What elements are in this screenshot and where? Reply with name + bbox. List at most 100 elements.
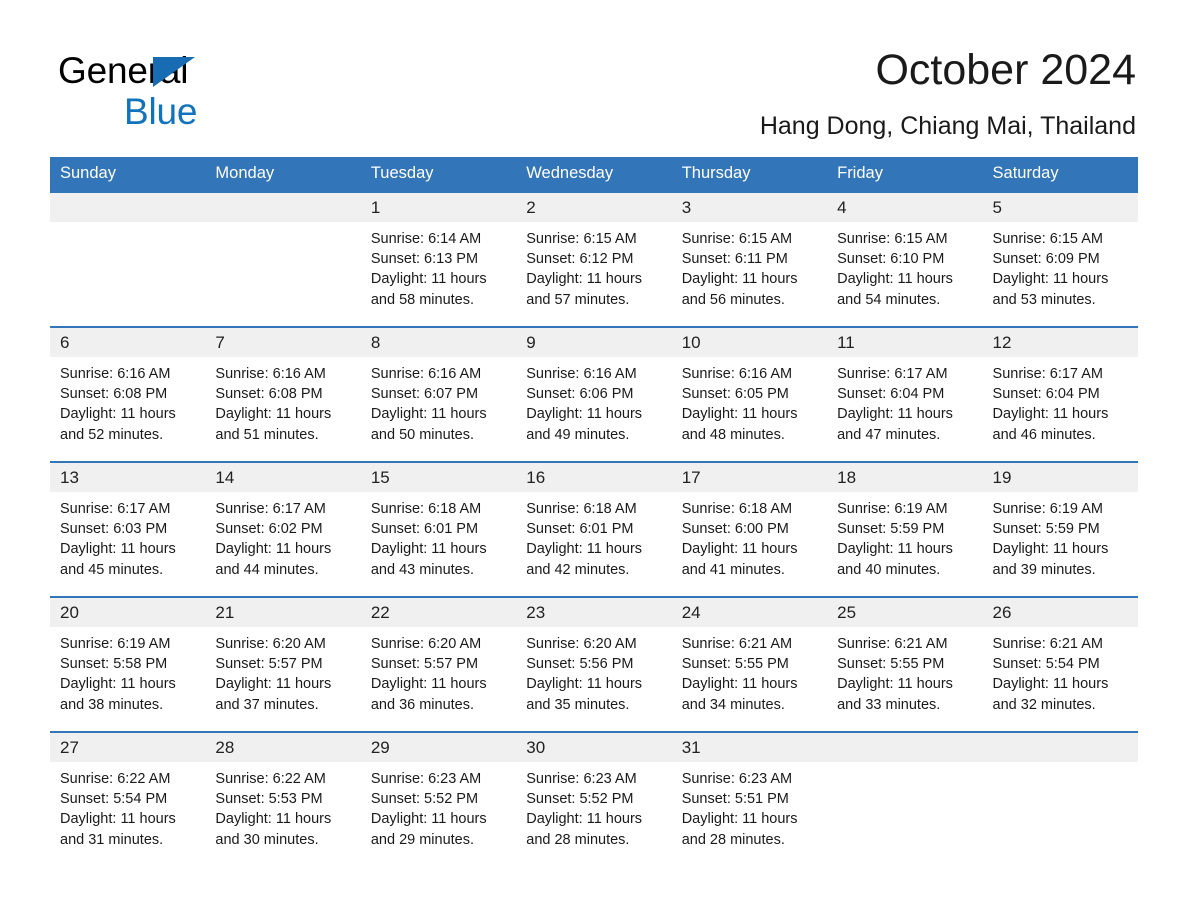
sunrise-text: Sunrise: 6:16 AM	[526, 366, 637, 382]
calendar-day-cell-empty	[205, 191, 361, 327]
calendar-day-cell[interactable]: 16 Sunrise: 6:18 AM Sunset: 6:01 PM Dayligh…	[516, 461, 672, 597]
sunset-text: Sunset: 5:52 PM	[526, 791, 634, 808]
sunrise-text: Sunrise: 6:22 AM	[215, 771, 326, 787]
sunrise-text: Sunrise: 6:16 AM	[370, 366, 482, 382]
calendar-day-cell[interactable]: 29 Sunrise: 6:23 AM Sunset: 5:52 PM Dayligh…	[360, 731, 517, 866]
daylight-text-line2: and 57 minutes.	[526, 291, 630, 308]
calendar-day-cell-empty	[982, 731, 1138, 866]
day-details: Sunrise: 6:16 AM Sunset: 6:08 PM Daylight:…	[50, 357, 205, 461]
day-details: Sunrise: 6:16 AM Sunset: 6:05 PM Daylight:…	[672, 357, 827, 461]
calendar-day-cell[interactable]: 11 Sunrise: 6:17 AM Sunset: 6:04 PM Dayligh…	[827, 326, 983, 462]
sunset-text: Sunset: 5:54 PM	[60, 791, 168, 808]
calendar-day-cell[interactable]: 10 Sunrise: 6:16 AM Sunset: 6:05 PM Dayligh…	[671, 326, 828, 462]
day-details: Sunrise: 6:18 AM Sunset: 6:01 PM Daylight:…	[361, 492, 516, 596]
calendar-day-cell[interactable]: 5 Sunrise: 6:15 AM Sunset: 6:09 PM Daylight…	[982, 191, 1138, 327]
calendar-day-cell[interactable]: 31 Sunrise: 6:23 AM Sunset: 5:51 PM Dayligh…	[671, 731, 828, 866]
daylight-text-line1: Daylight: 11 hours	[215, 811, 332, 828]
calendar-day-cell[interactable]: 14 Sunrise: 6:17 AM Sunset: 6:02 PM Dayligh…	[205, 461, 361, 597]
calendar-day-cell[interactable]: 27 Sunrise: 6:22 AM Sunset: 5:54 PM Dayligh…	[50, 731, 206, 866]
day-details: Sunrise: 6:16 AM Sunset: 6:07 PM Daylight:…	[361, 357, 516, 461]
daylight-text-line1: Daylight: 11 hours	[681, 271, 798, 288]
sunset-text: Sunset: 6:09 PM	[992, 251, 1100, 268]
page-header: General Blue October 2024 Hang Dong, Chi…	[0, 0, 1188, 156]
daylight-text-line2: and 28 minutes.	[681, 831, 785, 848]
daylight-text-line1: Daylight: 11 hours	[60, 811, 176, 828]
calendar-week-row: 13 Sunrise: 6:17 AM Sunset: 6:03 PM Dayligh…	[50, 461, 1138, 597]
sunrise-text: Sunrise: 6:21 AM	[681, 636, 793, 652]
sunset-text: Sunset: 6:08 PM	[215, 386, 323, 403]
sunset-text: Sunset: 6:01 PM	[526, 521, 634, 538]
sunrise-text: Sunrise: 6:18 AM	[681, 501, 793, 517]
day-number: 9	[516, 328, 672, 357]
sunset-text: Sunset: 6:03 PM	[60, 521, 168, 538]
calendar-day-cell[interactable]: 2 Sunrise: 6:15 AM Sunset: 6:12 PM Daylight…	[516, 191, 672, 327]
calendar-body: 1 Sunrise: 6:14 AM Sunset: 6:13 PM Daylight…	[50, 191, 1138, 866]
daylight-text-line1: Daylight: 11 hours	[526, 271, 643, 288]
day-number: 20	[50, 598, 206, 627]
day-details	[983, 762, 1138, 866]
sunset-text: Sunset: 6:04 PM	[837, 386, 945, 403]
calendar-day-cell[interactable]: 6 Sunrise: 6:16 AM Sunset: 6:08 PM Daylight…	[50, 326, 206, 462]
calendar-day-cell[interactable]: 9 Sunrise: 6:16 AM Sunset: 6:06 PM Daylight…	[516, 326, 672, 462]
calendar-day-cell[interactable]: 8 Sunrise: 6:16 AM Sunset: 6:07 PM Daylight…	[360, 326, 517, 462]
daylight-text-line2: and 53 minutes.	[992, 291, 1096, 308]
sunrise-text: Sunrise: 6:16 AM	[681, 366, 793, 382]
calendar-day-cell[interactable]: 17 Sunrise: 6:18 AM Sunset: 6:00 PM Dayligh…	[671, 461, 828, 597]
day-number: 26	[982, 598, 1138, 627]
calendar-day-cell[interactable]: 7 Sunrise: 6:16 AM Sunset: 6:08 PM Daylight…	[205, 326, 361, 462]
daylight-text-line1: Daylight: 11 hours	[526, 811, 643, 828]
sunrise-text: Sunrise: 6:22 AM	[60, 771, 171, 787]
calendar-day-cell[interactable]: 30 Sunrise: 6:23 AM Sunset: 5:52 PM Dayligh…	[516, 731, 672, 866]
calendar-day-cell[interactable]: 18 Sunrise: 6:19 AM Sunset: 5:59 PM Dayligh…	[827, 461, 983, 597]
calendar-day-cell[interactable]: 28 Sunrise: 6:22 AM Sunset: 5:53 PM Dayligh…	[205, 731, 361, 866]
sunset-text: Sunset: 5:52 PM	[370, 791, 479, 808]
calendar-day-cell[interactable]: 22 Sunrise: 6:20 AM Sunset: 5:57 PM Dayligh…	[360, 596, 517, 732]
daylight-text-line1: Daylight: 11 hours	[837, 406, 953, 423]
day-details: Sunrise: 6:15 AM Sunset: 6:11 PM Daylight:…	[672, 222, 827, 326]
day-details: Sunrise: 6:14 AM Sunset: 6:13 PM Daylight:…	[361, 222, 516, 326]
sunrise-text: Sunrise: 6:16 AM	[60, 366, 171, 382]
sunset-text: Sunset: 6:10 PM	[837, 251, 945, 268]
calendar-day-cell[interactable]: 25 Sunrise: 6:21 AM Sunset: 5:55 PM Dayligh…	[827, 596, 983, 732]
calendar-day-cell[interactable]: 24 Sunrise: 6:21 AM Sunset: 5:55 PM Dayligh…	[671, 596, 828, 732]
calendar-day-cell[interactable]: 23 Sunrise: 6:20 AM Sunset: 5:56 PM Dayligh…	[516, 596, 672, 732]
day-number: 16	[516, 463, 672, 492]
sunset-text: Sunset: 5:53 PM	[215, 791, 323, 808]
calendar-day-cell[interactable]: 4 Sunrise: 6:15 AM Sunset: 6:10 PM Daylight…	[827, 191, 983, 327]
daylight-text-line2: and 52 minutes.	[60, 426, 164, 443]
day-details: Sunrise: 6:23 AM Sunset: 5:52 PM Daylight:…	[516, 762, 671, 866]
calendar-day-cell[interactable]: 1 Sunrise: 6:14 AM Sunset: 6:13 PM Daylight…	[360, 191, 517, 327]
sunrise-text: Sunrise: 6:19 AM	[837, 501, 948, 517]
daylight-text-line2: and 42 minutes.	[526, 561, 630, 578]
sunrise-text: Sunrise: 6:19 AM	[992, 501, 1103, 517]
day-number: 8	[360, 328, 517, 357]
calendar-day-cell[interactable]: 20 Sunrise: 6:19 AM Sunset: 5:58 PM Dayligh…	[50, 596, 206, 732]
day-details: Sunrise: 6:21 AM Sunset: 5:54 PM Daylight:…	[983, 627, 1138, 731]
daylight-text-line2: and 47 minutes.	[837, 426, 941, 443]
daylight-text-line2: and 33 minutes.	[837, 696, 941, 713]
daylight-text-line1: Daylight: 11 hours	[370, 271, 487, 288]
day-number: 11	[827, 328, 983, 357]
calendar-day-cell[interactable]: 13 Sunrise: 6:17 AM Sunset: 6:03 PM Dayligh…	[50, 461, 206, 597]
calendar-day-cell[interactable]: 21 Sunrise: 6:20 AM Sunset: 5:57 PM Dayligh…	[205, 596, 361, 732]
calendar-day-cell[interactable]: 19 Sunrise: 6:19 AM Sunset: 5:59 PM Dayligh…	[982, 461, 1138, 597]
page-title: October 2024	[875, 46, 1136, 94]
daylight-text-line2: and 45 minutes.	[60, 561, 164, 578]
calendar-week-row: 27 Sunrise: 6:22 AM Sunset: 5:54 PM Dayligh…	[50, 731, 1138, 866]
calendar-day-cell[interactable]: 12 Sunrise: 6:17 AM Sunset: 6:04 PM Dayligh…	[982, 326, 1138, 462]
day-details: Sunrise: 6:18 AM Sunset: 6:00 PM Daylight:…	[672, 492, 827, 596]
calendar-day-cell[interactable]: 26 Sunrise: 6:21 AM Sunset: 5:54 PM Dayligh…	[982, 596, 1138, 732]
daylight-text-line1: Daylight: 11 hours	[526, 541, 643, 558]
calendar-day-cell[interactable]: 15 Sunrise: 6:18 AM Sunset: 6:01 PM Dayligh…	[360, 461, 517, 597]
sunset-text: Sunset: 6:07 PM	[370, 386, 479, 403]
day-number: 3	[671, 193, 828, 222]
location-subtitle: Hang Dong, Chiang Mai, Thailand	[759, 112, 1136, 140]
daylight-text-line1: Daylight: 11 hours	[681, 676, 798, 693]
day-details	[50, 222, 205, 326]
day-number: 1	[360, 193, 517, 222]
calendar-day-cell[interactable]: 3 Sunrise: 6:15 AM Sunset: 6:11 PM Daylight…	[671, 191, 828, 327]
daylight-text-line1: Daylight: 11 hours	[837, 271, 953, 288]
calendar-week-row: 1 Sunrise: 6:14 AM Sunset: 6:13 PM Daylight…	[50, 191, 1138, 327]
daylight-text-line1: Daylight: 11 hours	[370, 676, 487, 693]
daylight-text-line2: and 49 minutes.	[526, 426, 630, 443]
